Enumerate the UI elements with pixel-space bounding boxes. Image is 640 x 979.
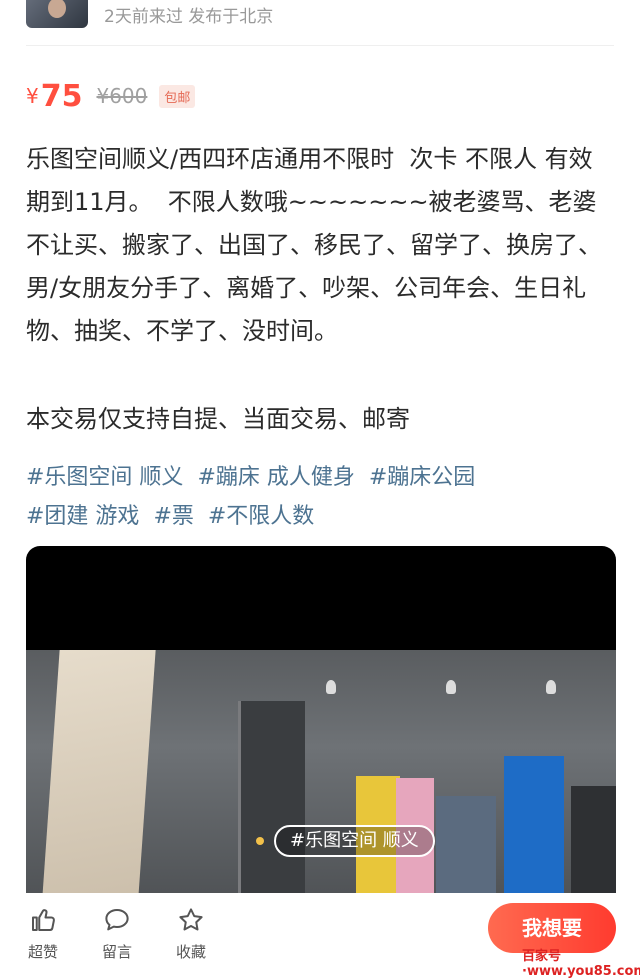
currency-symbol: ¥ bbox=[26, 84, 39, 108]
tag-item[interactable]: #票 bbox=[153, 504, 193, 529]
seller-bar: 2天前来过 发布于北京 bbox=[0, 0, 640, 36]
avatar[interactable] bbox=[26, 0, 88, 28]
climbing-wall bbox=[40, 650, 156, 926]
item-photo[interactable]: #乐图空间 顺义 bbox=[26, 546, 616, 926]
trade-note: 本交易仅支持自提、当面交易、邮寄 bbox=[26, 405, 410, 433]
topic-tags: #乐图空间 顺义 #蹦床 成人健身 #蹦床公园 #团建 游戏 #票 #不限人数 bbox=[26, 458, 616, 536]
comment-button[interactable]: 留言 bbox=[92, 905, 142, 962]
ceiling-lamp bbox=[446, 680, 456, 694]
tag-item[interactable]: #蹦床公园 bbox=[369, 465, 475, 490]
free-shipping-badge: 包邮 bbox=[159, 84, 196, 108]
original-price: ¥600 bbox=[96, 84, 148, 108]
caption-label: #乐图空间 顺义 bbox=[274, 825, 435, 857]
like-label: 超赞 bbox=[27, 943, 58, 961]
photo-tag-caption[interactable]: #乐图空间 顺义 bbox=[256, 825, 435, 857]
bottom-action-bar: 超赞 留言 收藏 我想要 百家号·www.you85.com bbox=[0, 893, 640, 979]
seller-meta: 2天前来过 发布于北京 bbox=[104, 7, 274, 27]
favorite-button[interactable]: 收藏 bbox=[166, 905, 216, 962]
thumbs-up-icon bbox=[32, 909, 55, 931]
ceiling-lamp bbox=[546, 680, 556, 694]
tag-item[interactable]: #乐图空间 顺义 bbox=[26, 465, 183, 490]
tag-item[interactable]: #蹦床 成人健身 bbox=[197, 465, 354, 490]
item-description: 乐图空间顺义/西四环店通用不限时 次卡 不限人 有效期到11月。 不限人数哦~~… bbox=[26, 145, 602, 345]
comment-label: 留言 bbox=[101, 943, 132, 961]
favorite-label: 收藏 bbox=[175, 943, 206, 961]
ceiling-lamp bbox=[326, 680, 336, 694]
climbing-gym-scene bbox=[26, 650, 616, 926]
comment-icon bbox=[105, 909, 129, 931]
price-row: ¥ 75 ¥600 包邮 bbox=[26, 76, 196, 116]
tag-item[interactable]: #团建 游戏 bbox=[26, 504, 139, 529]
current-price: 75 bbox=[40, 78, 83, 114]
caption-dot bbox=[256, 837, 264, 845]
like-button[interactable]: 超赞 bbox=[18, 905, 68, 962]
divider bbox=[26, 45, 614, 46]
star-icon bbox=[179, 908, 203, 931]
watermark: 百家号·www.you85.com bbox=[522, 949, 640, 979]
tag-item[interactable]: #不限人数 bbox=[208, 504, 314, 529]
